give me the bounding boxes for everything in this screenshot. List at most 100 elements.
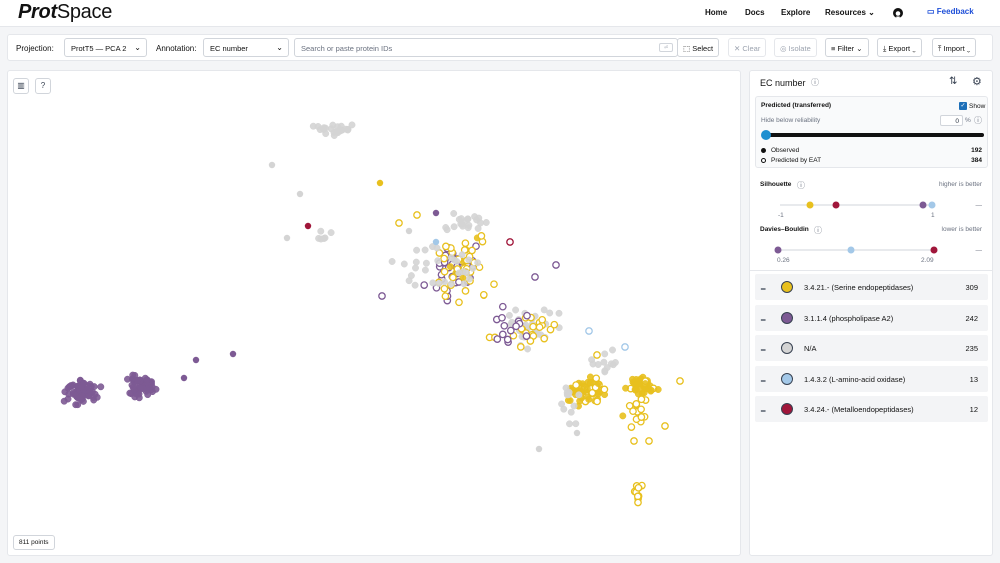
scatter-point[interactable] xyxy=(304,222,312,230)
scatter-point[interactable] xyxy=(441,278,448,286)
scatter-point[interactable] xyxy=(641,380,649,388)
scatter-point[interactable] xyxy=(567,408,575,416)
scatter-point[interactable] xyxy=(522,332,531,340)
scatter-point[interactable] xyxy=(500,321,509,330)
scatter-point[interactable] xyxy=(593,397,601,406)
feedback-link[interactable]: ▭ Feedback xyxy=(927,7,974,16)
reliability-slider-track[interactable] xyxy=(766,133,984,137)
scatter-point[interactable] xyxy=(268,161,276,169)
scatter-point[interactable] xyxy=(593,351,601,359)
scatter-point[interactable] xyxy=(192,356,200,364)
scatter-point[interactable] xyxy=(320,125,328,133)
info-icon[interactable]: ⓘ xyxy=(814,225,822,236)
scatter-point[interactable] xyxy=(503,335,512,344)
scatter-point[interactable] xyxy=(317,227,325,235)
scatter-point[interactable] xyxy=(611,359,619,366)
protein-search-input[interactable]: Search or paste protein IDs ⏎ xyxy=(294,38,678,57)
scatter-point[interactable] xyxy=(442,242,450,251)
scatter-point[interactable] xyxy=(609,346,616,354)
select-button[interactable]: ⬚ Select xyxy=(677,38,720,57)
isolate-button[interactable]: ◎ Isolate xyxy=(774,38,817,57)
protspace-logo[interactable]: ProtSpace xyxy=(18,1,112,24)
github-icon[interactable] xyxy=(893,8,903,18)
scatter-point[interactable] xyxy=(512,306,520,314)
info-icon[interactable]: ⓘ xyxy=(974,115,982,126)
scatter-point[interactable] xyxy=(180,374,188,382)
scatter-point[interactable] xyxy=(455,298,463,307)
scatter-point[interactable] xyxy=(585,327,593,335)
scatter-point[interactable] xyxy=(400,260,408,268)
scatter-point[interactable] xyxy=(296,190,304,198)
nav-docs[interactable]: Docs xyxy=(745,8,765,17)
sort-icon[interactable]: ⇅ xyxy=(949,76,957,87)
scatter-point[interactable] xyxy=(550,320,559,329)
scatter-point[interactable] xyxy=(538,315,547,324)
show-checkbox[interactable]: ✓ xyxy=(959,102,967,110)
legend-item[interactable]: ‗ 3.4.21.- (Serine endopeptidases) 309 xyxy=(755,274,988,300)
scatter-point[interactable] xyxy=(309,122,317,130)
scatter-point[interactable] xyxy=(422,259,430,267)
scatter-point[interactable] xyxy=(432,209,440,217)
scatter-point[interactable] xyxy=(477,232,486,240)
scatter-point[interactable] xyxy=(348,121,356,129)
scatter-point[interactable] xyxy=(477,219,484,227)
scatter-point[interactable] xyxy=(434,257,442,265)
scatter-point[interactable] xyxy=(441,292,450,301)
scatter-point[interactable] xyxy=(474,259,482,267)
scatter-point[interactable] xyxy=(540,334,549,343)
scatter-plot-area[interactable]: ▥ ? 811 points xyxy=(7,70,741,556)
reliability-slider-thumb[interactable] xyxy=(761,130,771,140)
scatter-point[interactable] xyxy=(421,266,429,274)
scatter-point[interactable] xyxy=(133,377,141,384)
drag-handle-icon[interactable]: ‗ xyxy=(761,312,765,320)
scatter-point[interactable] xyxy=(459,222,467,230)
scatter-point[interactable] xyxy=(461,287,470,295)
scatter-point[interactable] xyxy=(411,281,419,289)
scatter-point[interactable] xyxy=(572,420,580,428)
scatter-point[interactable] xyxy=(460,280,468,288)
scatter-point[interactable] xyxy=(505,311,513,319)
drag-handle-icon[interactable]: ‗ xyxy=(761,373,765,381)
scatter-point[interactable] xyxy=(645,437,653,445)
annotation-select[interactable]: EC number ⌄ xyxy=(203,38,289,57)
scatter-point[interactable] xyxy=(458,251,466,259)
scatter-point[interactable] xyxy=(143,376,151,384)
scatter-point[interactable] xyxy=(97,383,105,391)
scatter-point[interactable] xyxy=(461,239,470,248)
scatter-point[interactable] xyxy=(601,368,609,376)
scatter-point[interactable] xyxy=(601,350,609,358)
scatter-point[interactable] xyxy=(457,215,465,223)
scatter-point[interactable] xyxy=(450,210,458,217)
legend-item[interactable]: ‗ 3.4.24.- (Metalloendopeptidases) 12 xyxy=(755,396,988,422)
drag-handle-icon[interactable]: ‗ xyxy=(761,343,765,351)
scatter-point[interactable] xyxy=(69,390,77,398)
scatter-point[interactable] xyxy=(466,275,473,283)
scatter-point[interactable] xyxy=(86,387,94,395)
scatter-point[interactable] xyxy=(654,386,662,393)
scatter-point[interactable] xyxy=(468,246,476,255)
scatter-point[interactable] xyxy=(479,290,488,299)
scatter-point[interactable] xyxy=(490,280,498,289)
scatter-point[interactable] xyxy=(535,445,543,453)
scatter-point[interactable] xyxy=(440,284,449,293)
scatter-point[interactable] xyxy=(498,330,507,339)
scatter-point[interactable] xyxy=(469,264,477,272)
scatter-point[interactable] xyxy=(229,350,237,358)
scatter-point[interactable] xyxy=(376,179,384,187)
scatter-point[interactable] xyxy=(629,407,637,416)
scatter-point[interactable] xyxy=(447,254,455,262)
scatter-point[interactable] xyxy=(634,483,643,492)
scatter-point[interactable] xyxy=(633,492,642,501)
scatter-point[interactable] xyxy=(621,343,629,351)
scatter-point[interactable] xyxy=(413,246,421,254)
scatter-point[interactable] xyxy=(412,258,420,266)
scatter-point[interactable] xyxy=(429,279,437,287)
scatter-point[interactable] xyxy=(90,396,98,404)
scatter-point[interactable] xyxy=(535,323,544,332)
clear-button[interactable]: ✕ Clear xyxy=(728,38,767,57)
nav-home[interactable]: Home xyxy=(705,8,727,17)
scatter-point[interactable] xyxy=(412,264,419,272)
scatter-point[interactable] xyxy=(676,377,684,385)
gear-icon[interactable]: ⚙ xyxy=(972,75,982,88)
scatter-point[interactable] xyxy=(449,273,457,282)
